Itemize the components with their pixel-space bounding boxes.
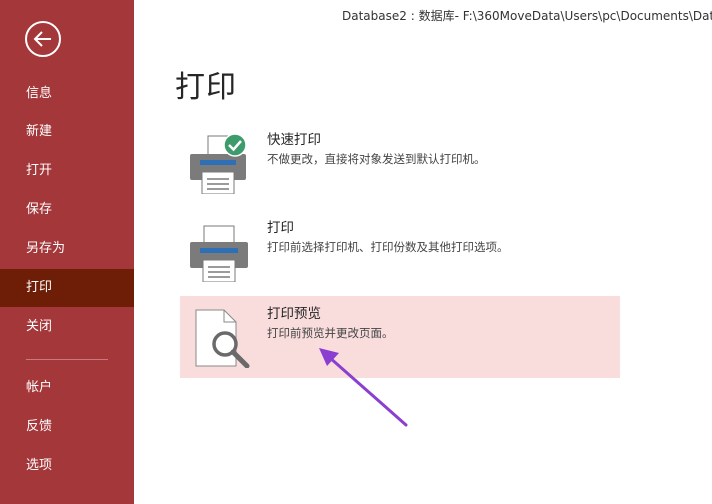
nav-item-options[interactable]: 选项 [0, 447, 134, 485]
nav-item-open[interactable]: 打开 [0, 152, 134, 190]
nav-divider [26, 359, 108, 360]
backstage-sidebar: 信息 新建 打开 保存 另存为 打印 关闭 帐户 反馈 选项 [0, 0, 134, 504]
page-title: 打印 [175, 70, 237, 105]
nav-item-close[interactable]: 关闭 [0, 308, 134, 346]
printer-icon [190, 225, 248, 282]
print-title: 打印 [267, 220, 294, 236]
quick-print-description: 不做更改，直接将对象发送到默认打印机。 [267, 152, 486, 166]
nav-item-save[interactable]: 保存 [0, 191, 134, 229]
nav-item-save-as[interactable]: 另存为 [0, 230, 134, 268]
print-option[interactable]: 打印 打印前选择打印机、打印份数及其他打印选项。 [180, 210, 620, 292]
window-title: Database2 : 数据库- F:\360MoveData\Users\pc… [342, 9, 712, 23]
nav-item-info[interactable]: 信息 [0, 75, 134, 113]
quick-print-title: 快速打印 [267, 132, 321, 148]
nav-item-new[interactable]: 新建 [0, 113, 134, 151]
back-arrow-icon [33, 31, 51, 47]
back-button[interactable] [25, 21, 61, 57]
quick-print-icon [190, 134, 247, 194]
print-preview-title: 打印预览 [267, 306, 321, 322]
nav-item-account[interactable]: 帐户 [0, 369, 134, 407]
print-preview-option[interactable]: 打印预览 打印前预览并更改页面。 [180, 296, 620, 378]
quick-print-option[interactable]: 快速打印 不做更改，直接将对象发送到默认打印机。 [180, 122, 620, 204]
nav-item-print[interactable]: 打印 [0, 269, 134, 307]
print-preview-icon [195, 309, 250, 368]
print-preview-description: 打印前预览并更改页面。 [267, 326, 394, 340]
nav-item-feedback[interactable]: 反馈 [0, 408, 134, 446]
print-description: 打印前选择打印机、打印份数及其他打印选项。 [267, 240, 509, 254]
